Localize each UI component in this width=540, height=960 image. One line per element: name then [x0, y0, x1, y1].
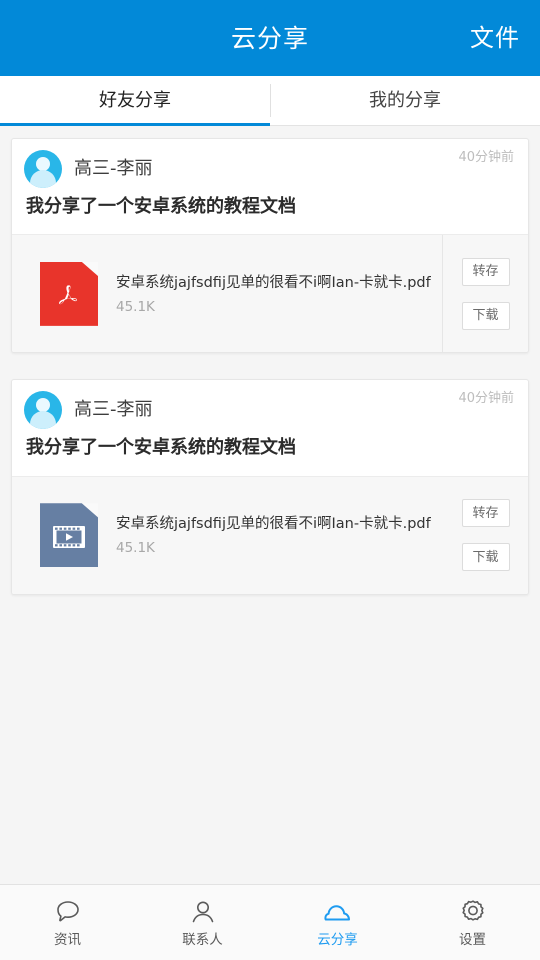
share-feed[interactable]: 高三-李丽 40分钟前 我分享了一个安卓系统的教程文档 安卓系统jajfsdfi…	[0, 126, 540, 884]
tab-bar: 好友分享 我的分享	[0, 76, 540, 126]
timestamp: 40分钟前	[458, 391, 514, 407]
file-name: 安卓系统jajfsdfij见单的很看不i啊Ian-卡就卡.pdf	[116, 516, 431, 533]
attachment-info[interactable]: 安卓系统jajfsdfij见单的很看不i啊Ian-卡就卡.pdf 45.1K	[12, 235, 442, 352]
download-button[interactable]: 下载	[461, 301, 510, 330]
nav-item-cloud-share[interactable]: 云分享	[270, 885, 405, 960]
attachment-row[interactable]: 安卓系统jajfsdfij见单的很看不i啊Ian-卡就卡.pdf 45.1K 转…	[12, 475, 528, 594]
card-header: 高三-李丽 40分钟前	[12, 139, 528, 189]
save-to-cloud-button[interactable]: 转存	[461, 257, 510, 286]
cloud-icon	[322, 897, 354, 927]
nav-item-news[interactable]: 资讯	[0, 885, 135, 960]
share-message: 我分享了一个安卓系统的教程文档	[26, 437, 296, 459]
attachment-row[interactable]: 安卓系统jajfsdfij见单的很看不i啊Ian-卡就卡.pdf 45.1K 转…	[12, 234, 528, 353]
app-header: 云分享 文件	[0, 0, 540, 76]
person-icon	[188, 897, 218, 927]
page-title: 云分享	[230, 23, 309, 53]
avatar[interactable]	[24, 391, 62, 430]
avatar-body-shape	[30, 411, 56, 430]
pdf-file-icon	[40, 261, 98, 326]
nav-label: 资讯	[54, 932, 81, 949]
tab-friend-shares[interactable]: 好友分享	[0, 76, 270, 126]
file-meta: 安卓系统jajfsdfij见单的很看不i啊Ian-卡就卡.pdf 45.1K	[116, 273, 431, 315]
attachment-actions: 转存 下载	[442, 477, 528, 594]
share-message: 我分享了一个安卓系统的教程文档	[26, 196, 296, 217]
download-button[interactable]: 下载	[461, 543, 510, 572]
nav-label: 联系人	[182, 932, 223, 949]
tab-my-shares[interactable]: 我的分享	[270, 76, 540, 125]
file-size: 45.1K	[116, 540, 155, 557]
video-file-icon	[40, 503, 98, 568]
app-screen: 云分享 文件 好友分享 我的分享 高三-李丽 40分钟前 我分享了一个安卓系统的…	[0, 0, 540, 960]
avatar[interactable]	[24, 150, 62, 188]
chat-bubble-icon	[53, 897, 83, 927]
avatar-head-shape	[36, 157, 50, 171]
attachment-info[interactable]: 安卓系统jajfsdfij见单的很看不i啊Ian-卡就卡.pdf 45.1K	[12, 477, 442, 594]
avatar-body-shape	[30, 170, 56, 188]
tab-label: 好友分享	[99, 89, 171, 111]
nav-item-contacts[interactable]: 联系人	[135, 885, 270, 960]
timestamp: 40分钟前	[458, 150, 514, 165]
bottom-navigation: 资讯 联系人 云分享 设置	[0, 884, 540, 960]
file-name: 安卓系统jajfsdfij见单的很看不i啊Ian-卡就卡.pdf	[116, 274, 431, 291]
nav-label: 云分享	[317, 932, 358, 949]
share-card[interactable]: 高三-李丽 40分钟前 我分享了一个安卓系统的教程文档 安卓系统jajfsdfi…	[11, 379, 529, 595]
card-header: 高三-李丽 40分钟前	[12, 380, 528, 430]
nav-item-settings[interactable]: 设置	[405, 885, 540, 960]
share-card[interactable]: 高三-李丽 40分钟前 我分享了一个安卓系统的教程文档 安卓系统jajfsdfi…	[11, 138, 529, 354]
avatar-head-shape	[36, 398, 50, 413]
tab-label: 我的分享	[369, 89, 441, 111]
poster-name: 高三-李丽	[74, 399, 153, 421]
files-button[interactable]: 文件	[470, 26, 520, 50]
nav-label: 设置	[459, 932, 486, 949]
file-meta: 安卓系统jajfsdfij见单的很看不i啊Ian-卡就卡.pdf 45.1K	[116, 514, 431, 556]
attachment-actions: 转存 下载	[442, 235, 528, 353]
poster-name: 高三-李丽	[74, 158, 153, 179]
save-to-cloud-button[interactable]: 转存	[461, 499, 510, 528]
gear-icon	[458, 897, 488, 927]
file-size: 45.1K	[116, 298, 155, 315]
